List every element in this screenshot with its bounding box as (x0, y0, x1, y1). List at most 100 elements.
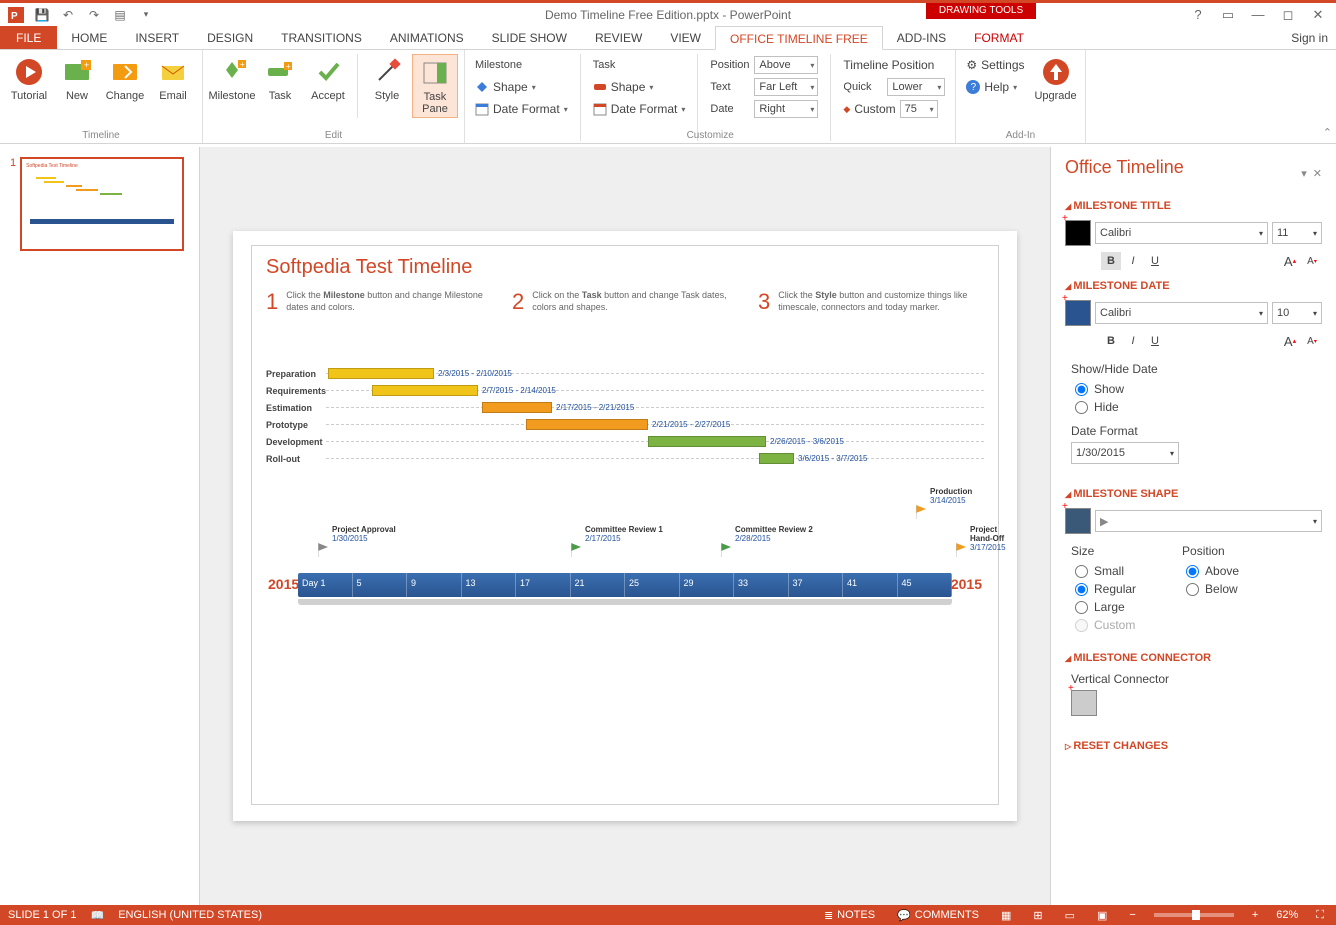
task-shape-dropdown[interactable]: Shape ▾ (589, 76, 690, 98)
new-button[interactable]: +New (54, 54, 100, 104)
tab-addins[interactable]: ADD-INS (883, 26, 960, 49)
task-dateformat-dropdown[interactable]: Date Format ▾ (589, 98, 690, 120)
position-combo[interactable]: Above (754, 56, 818, 74)
shape-color-swatch[interactable] (1065, 508, 1091, 534)
group-label-addin: Add-In (956, 130, 1084, 141)
zoom-out-button[interactable]: − (1125, 909, 1139, 921)
tab-office-timeline-free[interactable]: OFFICE TIMELINE FREE (715, 26, 883, 50)
slide-canvas[interactable]: Softpedia Test Timeline 1Click the Miles… (200, 147, 1050, 905)
tutorial-button[interactable]: Tutorial (6, 54, 52, 104)
notes-button[interactable]: ≣ NOTES (820, 909, 879, 922)
quick-combo[interactable]: Lower (887, 78, 945, 96)
milestone-dateformat-dropdown[interactable]: Date Format ▾ (471, 98, 572, 120)
bold-button[interactable]: B (1101, 252, 1121, 270)
tab-file[interactable]: FILE (0, 26, 57, 49)
milestone-button[interactable]: +Milestone (209, 54, 255, 118)
pane-close-icon[interactable]: ✕ (1313, 167, 1322, 180)
shrink-font-button[interactable]: A▾ (1302, 252, 1322, 270)
help-icon[interactable]: ? (1184, 5, 1212, 25)
accept-button[interactable]: Accept (305, 54, 351, 118)
section-milestone-date[interactable]: MILESTONE DATE (1065, 280, 1322, 292)
pane-menu-icon[interactable]: ▾ (1301, 167, 1307, 180)
size-regular-radio[interactable] (1075, 583, 1088, 596)
sign-in-link[interactable]: Sign in (1291, 26, 1328, 50)
spellcheck-icon[interactable]: 📖 (90, 909, 104, 922)
language-label[interactable]: ENGLISH (UNITED STATES) (118, 909, 262, 921)
zoom-slider[interactable] (1154, 913, 1234, 917)
tab-design[interactable]: DESIGN (193, 26, 267, 49)
date-color-swatch[interactable] (1065, 300, 1091, 326)
redo-icon[interactable]: ↷ (82, 5, 106, 25)
text-label: Text (710, 81, 750, 93)
section-milestone-shape[interactable]: MILESTONE SHAPE (1065, 488, 1322, 500)
text-combo[interactable]: Far Left (754, 78, 818, 96)
maximize-icon[interactable]: ◻ (1274, 5, 1302, 25)
tab-insert[interactable]: INSERT (121, 26, 193, 49)
size-custom-radio[interactable] (1075, 619, 1088, 632)
upgrade-button[interactable]: Upgrade (1033, 54, 1079, 141)
section-reset-changes[interactable]: RESET CHANGES (1065, 740, 1322, 752)
date-grow-font-button[interactable]: A▴ (1280, 332, 1300, 350)
comments-button[interactable]: 💬 COMMENTS (893, 909, 983, 922)
milestone-shape-dropdown[interactable]: Shape ▾ (471, 76, 572, 98)
reading-view-icon[interactable]: ▭ (1061, 909, 1079, 922)
connector-color-swatch[interactable] (1071, 690, 1097, 716)
tab-animations[interactable]: ANIMATIONS (376, 26, 478, 49)
size-large-radio[interactable] (1075, 601, 1088, 614)
email-button[interactable]: Email (150, 54, 196, 104)
tab-format[interactable]: FORMAT (960, 26, 1038, 49)
change-button[interactable]: Change (102, 54, 148, 104)
tab-view[interactable]: VIEW (656, 26, 715, 49)
app-icon[interactable]: P (4, 5, 28, 25)
undo-icon[interactable]: ↶ (56, 5, 80, 25)
pos-below-radio[interactable] (1186, 583, 1199, 596)
date-bold-button[interactable]: B (1101, 332, 1121, 350)
close-icon[interactable]: ✕ (1304, 5, 1332, 25)
date-size-combo[interactable]: 10▾ (1272, 302, 1322, 324)
title-color-swatch[interactable] (1065, 220, 1091, 246)
qat-more-icon[interactable]: ▾ (134, 5, 158, 25)
thumbnail-1[interactable]: 1 Softpedia Test Timeline (10, 157, 189, 251)
tab-review[interactable]: REVIEW (581, 26, 656, 49)
section-milestone-title[interactable]: MILESTONE TITLE (1065, 200, 1322, 212)
task-pane-button[interactable]: Task Pane (412, 54, 458, 118)
date-italic-button[interactable]: I (1123, 332, 1143, 350)
tab-slideshow[interactable]: SLIDE SHOW (478, 26, 581, 49)
normal-view-icon[interactable]: ▦ (997, 909, 1015, 922)
start-slideshow-icon[interactable]: ▤ (108, 5, 132, 25)
tab-transitions[interactable]: TRANSITIONS (267, 26, 376, 49)
sorter-view-icon[interactable]: ⊞ (1029, 909, 1046, 922)
underline-button[interactable]: U (1145, 252, 1165, 270)
date-shrink-font-button[interactable]: A▾ (1302, 332, 1322, 350)
group-label-timeline: Timeline (0, 130, 202, 141)
shape-combo[interactable]: ▶▾ (1095, 510, 1322, 532)
help-button[interactable]: ? Help ▾ (962, 76, 1028, 98)
slideshow-view-icon[interactable]: ▣ (1093, 909, 1111, 922)
fit-to-window-icon[interactable]: ⛶ (1312, 909, 1328, 922)
minimize-icon[interactable]: — (1244, 5, 1272, 25)
style-button[interactable]: Style (364, 54, 410, 118)
group-timeline: Tutorial +New Change Email Timeline (0, 50, 203, 143)
zoom-level[interactable]: 62% (1276, 909, 1298, 921)
task-button[interactable]: +Task (257, 54, 303, 118)
show-radio[interactable] (1075, 383, 1088, 396)
grow-font-button[interactable]: A▴ (1280, 252, 1300, 270)
zoom-in-button[interactable]: + (1248, 909, 1262, 921)
date-underline-button[interactable]: U (1145, 332, 1165, 350)
ribbon-options-icon[interactable]: ▭ (1214, 5, 1242, 25)
pos-above-radio[interactable] (1186, 565, 1199, 578)
tab-home[interactable]: HOME (57, 26, 121, 49)
dateformat-combo[interactable]: 1/30/2015▾ (1071, 442, 1179, 464)
title-font-combo[interactable]: Calibri▾ (1095, 222, 1268, 244)
hide-radio[interactable] (1075, 401, 1088, 414)
section-milestone-connector[interactable]: MILESTONE CONNECTOR (1065, 652, 1322, 664)
settings-button[interactable]: ⚙ Settings (962, 54, 1028, 76)
date-font-combo[interactable]: Calibri▾ (1095, 302, 1268, 324)
size-small-radio[interactable] (1075, 565, 1088, 578)
collapse-ribbon-icon[interactable]: ⌃ (1323, 126, 1332, 139)
date-combo[interactable]: Right (754, 100, 818, 118)
custom-input[interactable]: 75 (900, 100, 938, 118)
save-icon[interactable]: 💾 (30, 5, 54, 25)
title-size-combo[interactable]: 11▾ (1272, 222, 1322, 244)
italic-button[interactable]: I (1123, 252, 1143, 270)
